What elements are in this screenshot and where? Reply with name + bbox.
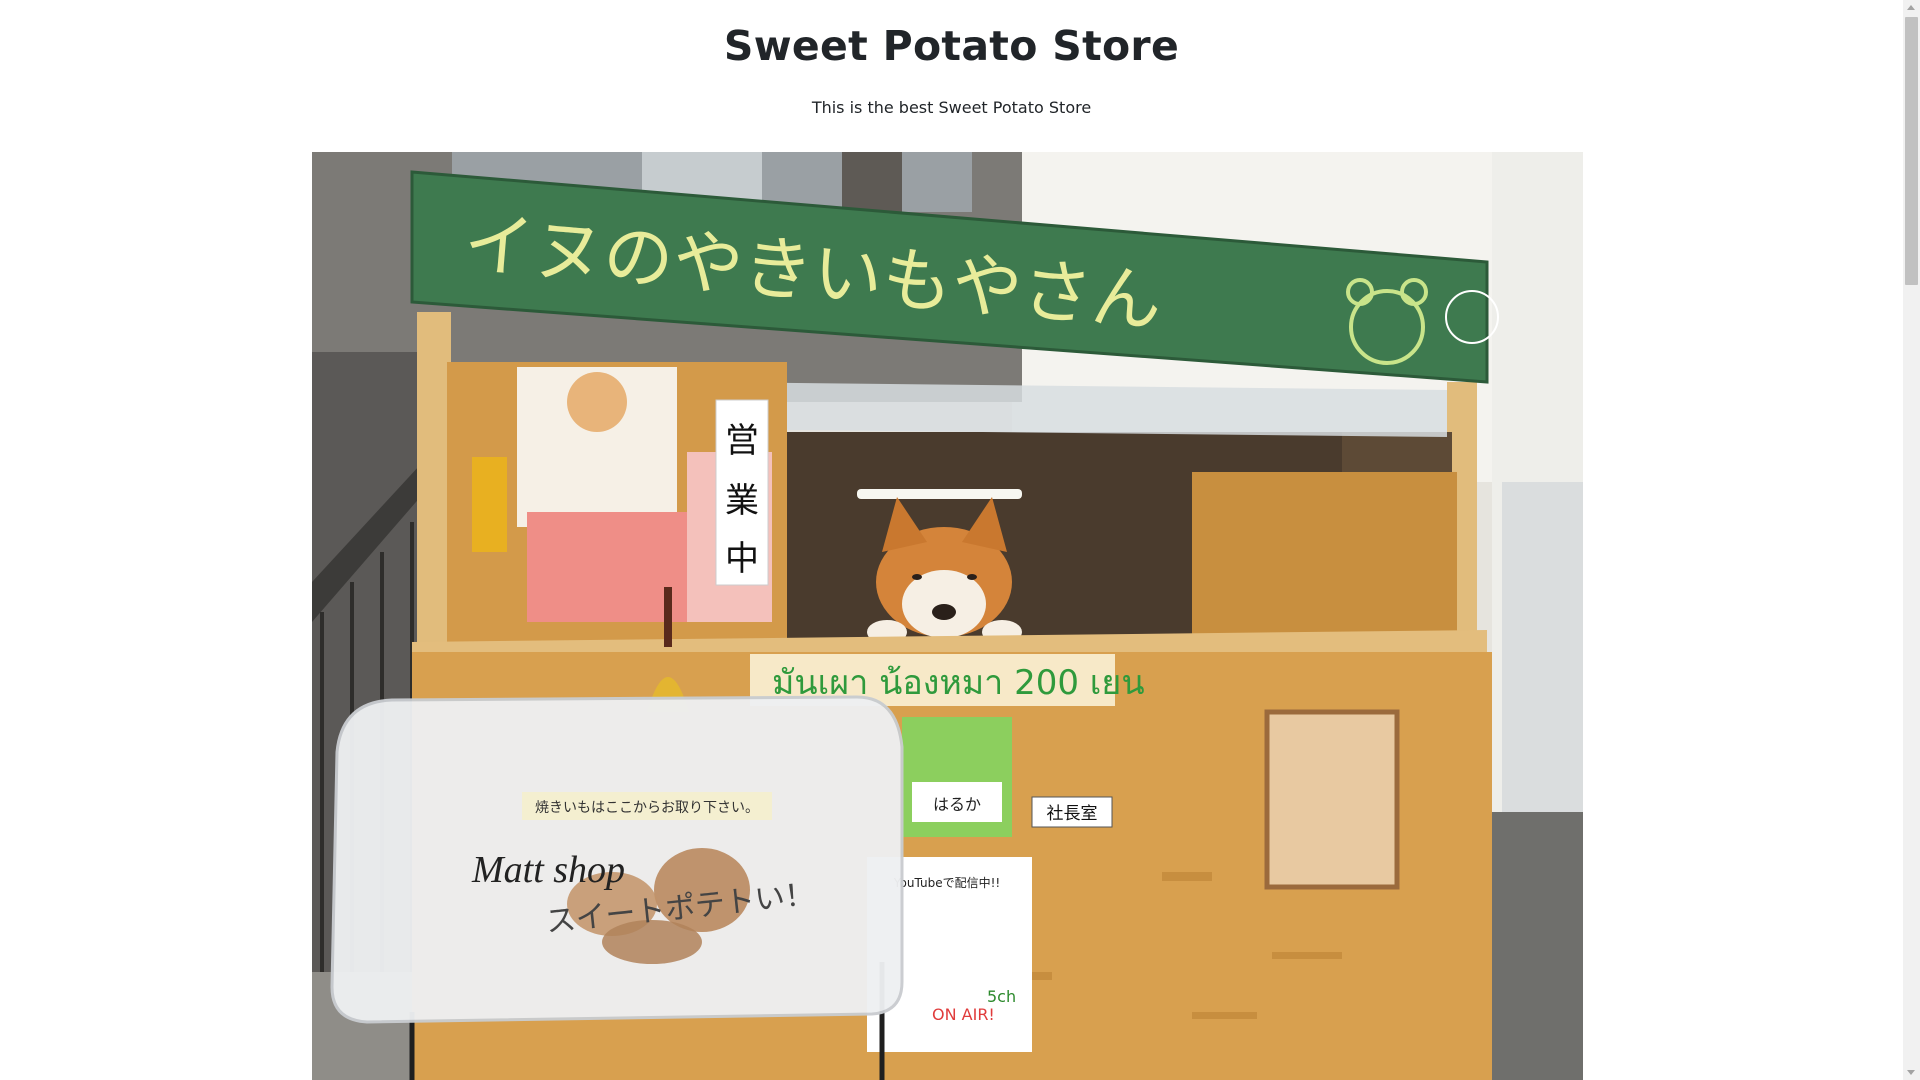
- name-card: はるか: [933, 795, 981, 814]
- onair-tag: ON AIR!: [932, 1005, 995, 1024]
- bin-label: 焼きいもはここからお取り下さい。: [535, 800, 759, 816]
- page: Sweet Potato Store This is the best Swee…: [0, 0, 1903, 1080]
- page-subtitle: This is the best Sweet Potato Store: [811, 98, 1092, 117]
- hero-image: 営 業 中 イヌのやきいもやさん มันเผา น้องหมา 200 เยน …: [312, 152, 1583, 1080]
- youtube-note: YouTubeで配信中!!: [893, 875, 1000, 890]
- scroll-thumb[interactable]: [1905, 17, 1918, 285]
- open-sign-char-3: 中: [725, 539, 759, 579]
- open-sign-char-2: 業: [725, 481, 759, 521]
- handwriting-top: Matt shop: [471, 849, 625, 891]
- office-plate: 社長室: [1047, 804, 1098, 824]
- open-sign-char-1: 営: [725, 421, 759, 461]
- channel-tag: 5ch: [987, 987, 1016, 1006]
- vertical-scrollbar[interactable]: [1903, 0, 1920, 1080]
- page-title: Sweet Potato Store: [723, 22, 1180, 70]
- scroll-up-arrow-icon[interactable]: [1907, 5, 1915, 10]
- scroll-down-arrow-icon[interactable]: [1907, 1070, 1915, 1075]
